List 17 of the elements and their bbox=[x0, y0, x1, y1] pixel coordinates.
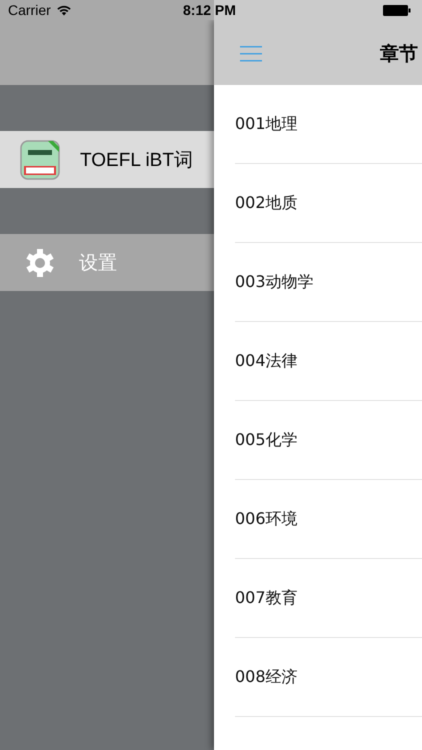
sidebar-item[interactable]: TOEFL iBT词 bbox=[0, 131, 214, 188]
chapter-row[interactable]: 006环境 bbox=[235, 480, 422, 559]
chapter-row[interactable]: 007教育 bbox=[235, 559, 422, 638]
clock-time: 8:12 PM bbox=[183, 2, 236, 18]
nav-title: 章节 bbox=[380, 42, 418, 66]
wifi-icon bbox=[56, 4, 72, 16]
app-icon bbox=[20, 140, 60, 180]
chapter-row[interactable]: 003动物学 bbox=[235, 243, 422, 322]
chapter-row[interactable]: 008经济 bbox=[235, 638, 422, 717]
menu-icon[interactable] bbox=[240, 44, 262, 64]
chapter-row[interactable]: 001地理 bbox=[235, 85, 422, 164]
battery-icon bbox=[383, 5, 411, 16]
chapter-row[interactable]: 002地质 bbox=[235, 164, 422, 243]
chapter-row[interactable]: 005化学 bbox=[235, 401, 422, 480]
carrier-label: Carrier bbox=[8, 2, 51, 18]
chapter-row[interactable]: 004法律 bbox=[235, 322, 422, 401]
settings-icon bbox=[24, 246, 56, 278]
